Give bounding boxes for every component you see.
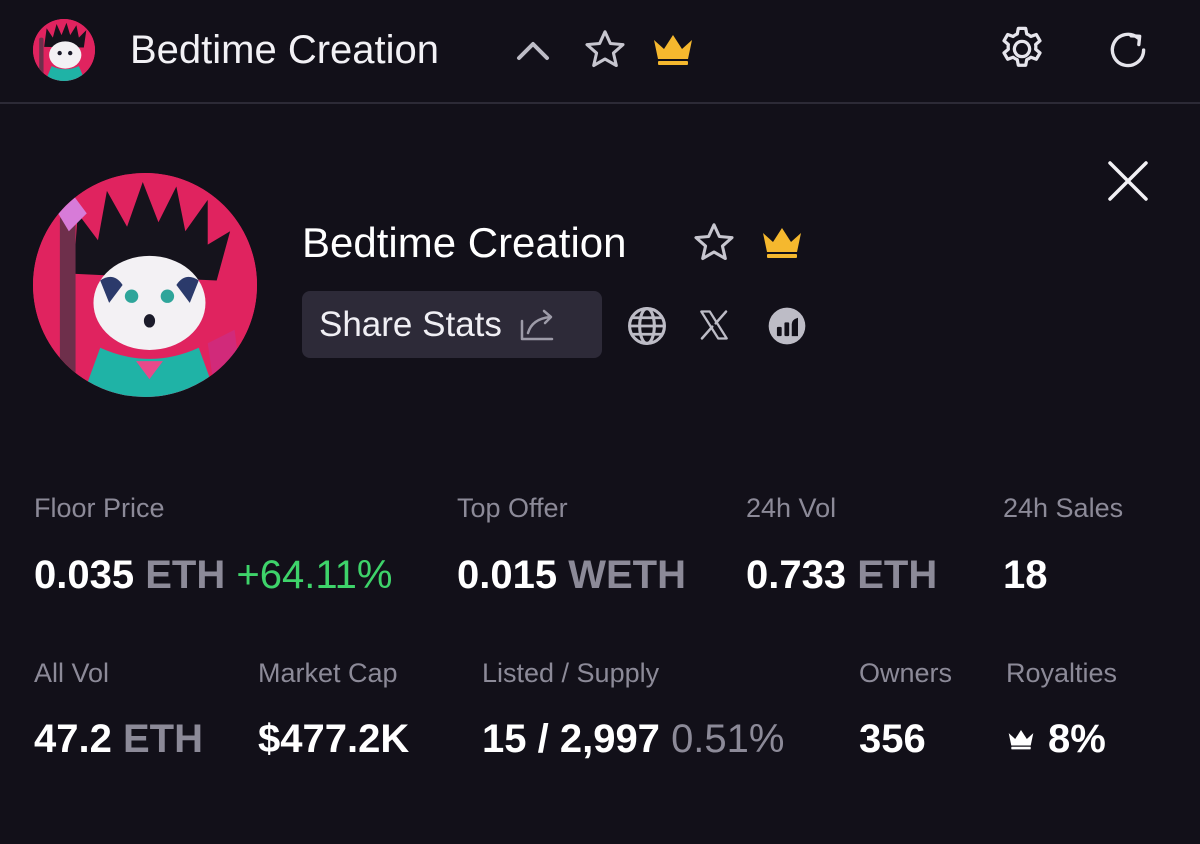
share-stats-label: Share Stats [319,304,502,344]
star-icon[interactable] [691,220,737,266]
floor-price-change: +64.11% [236,553,393,597]
all-vol-unit: ETH [122,717,203,761]
listed-supply-label: Listed / Supply [482,658,660,688]
market-cap-label: Market Cap [258,658,398,688]
vol-24h-unit: ETH [857,553,938,597]
royalties-value: 8% [1006,715,1106,763]
globe-icon[interactable] [625,304,669,348]
refresh-icon[interactable] [1103,25,1153,75]
top-offer-unit: WETH [568,553,686,597]
vol-24h-label: 24h Vol [746,493,837,523]
market-cap-value: $477.2K [258,717,410,761]
x-icon[interactable] [697,308,731,342]
collection-panel: Bedtime Creation Bedtime Creation Share … [0,0,1200,844]
listed-percent: 0.51% [671,717,785,761]
crown-icon [763,228,801,258]
royalties-amount: 8% [1048,717,1106,761]
floor-price-value: 0.035 ETH +64.11% [34,551,392,599]
top-offer-value: 0.015 WETH [457,551,686,599]
collection-name: Bedtime Creation [302,219,627,266]
all-vol-label: All Vol [34,658,110,688]
vol-24h-value: 0.733 ETH [746,551,937,599]
sales-24h-label: 24h Sales [1003,493,1124,523]
all-vol-value: 47.2 ETH [34,715,203,763]
top-offer-label: Top Offer [457,493,568,523]
floor-price-label: Floor Price [34,493,165,523]
market-chart-icon[interactable] [765,304,809,348]
star-icon[interactable] [582,27,628,73]
owners-label: Owners [859,658,953,688]
share-icon [520,309,554,340]
chevron-up-icon[interactable] [515,38,551,62]
floor-price-unit: ETH [145,553,226,597]
listed-supply-amount: 15 / 2,997 [482,717,660,761]
close-icon[interactable] [1105,158,1151,204]
floor-price-amount: 0.035 [34,553,135,597]
collection-avatar-small[interactable] [33,19,95,81]
all-vol-amount: 47.2 [34,717,112,761]
share-stats-button[interactable]: Share Stats [302,291,602,358]
top-offer-amount: 0.015 [457,553,558,597]
crown-icon [654,35,692,65]
crown-icon [1008,730,1034,750]
collection-avatar [33,173,257,397]
royalties-label: Royalties [1006,658,1118,688]
owners-value: 356 [859,717,926,761]
collection-title: Bedtime Creation [130,28,440,72]
header-bar: Bedtime Creation [0,0,1200,104]
gear-icon[interactable] [996,23,1048,75]
sales-24h-value: 18 [1003,553,1048,597]
listed-supply-value: 15 / 2,997 0.51% [482,715,784,763]
vol-24h-amount: 0.733 [746,553,847,597]
